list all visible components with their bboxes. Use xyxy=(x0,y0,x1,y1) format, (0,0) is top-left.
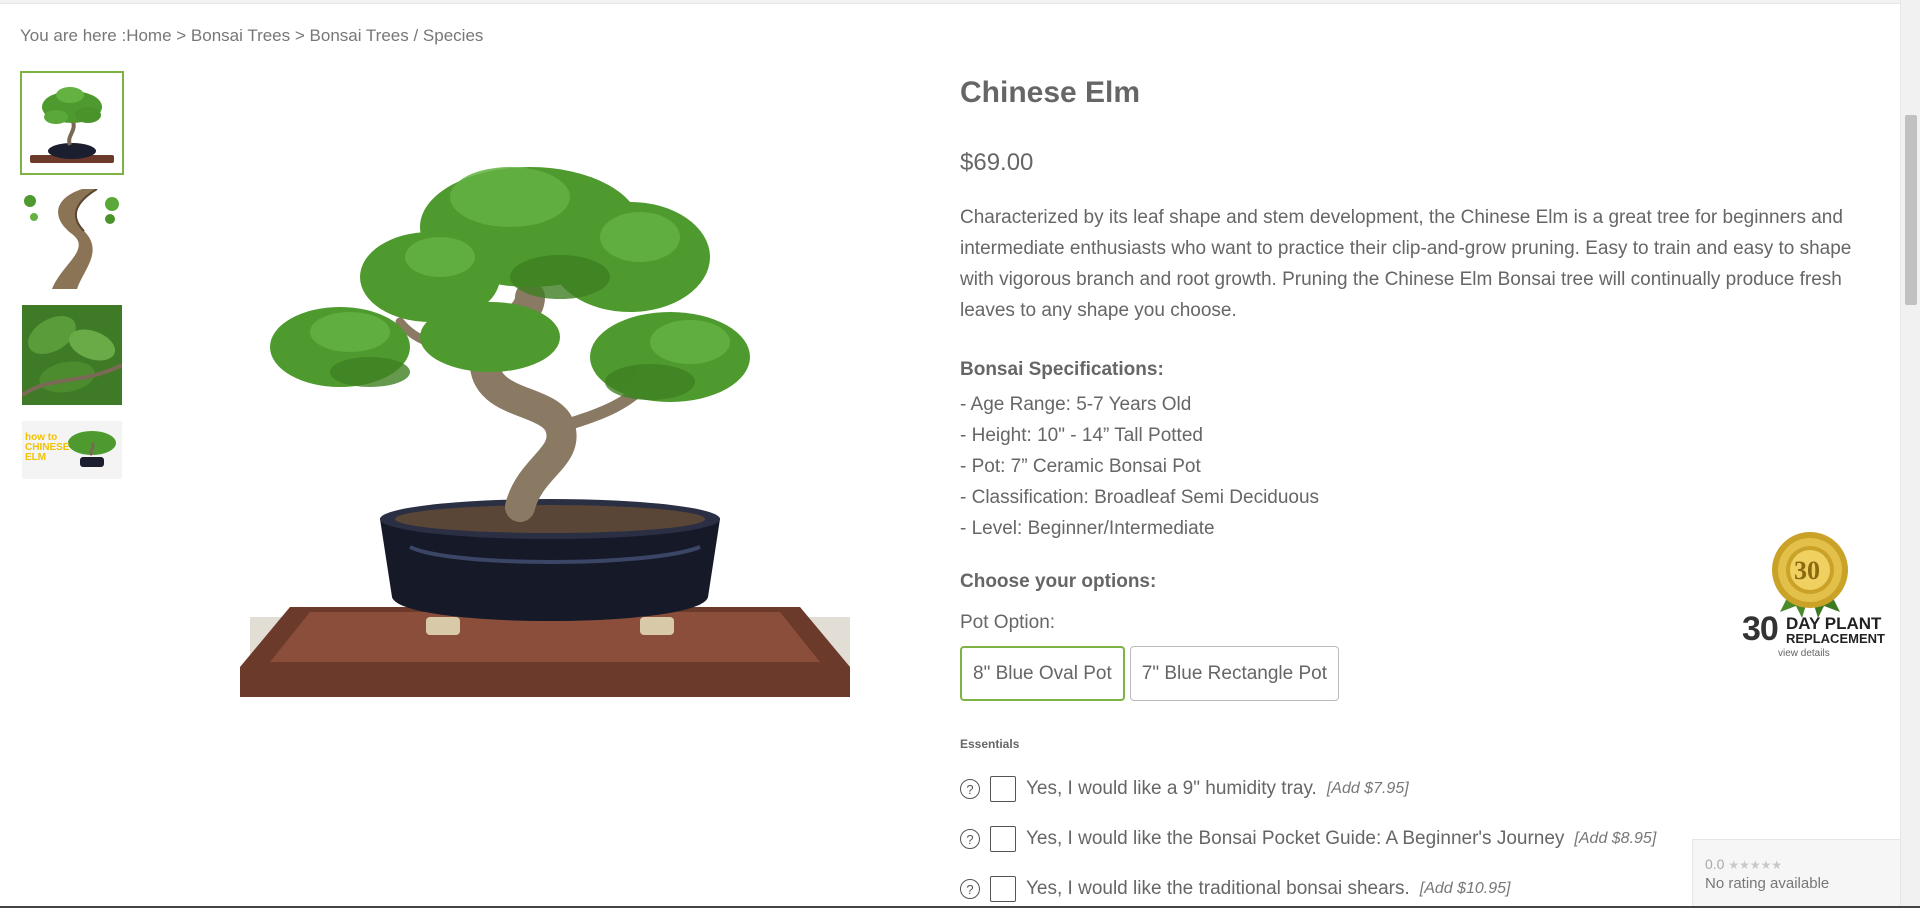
spec-pot: - Pot: 7” Ceramic Bonsai Pot xyxy=(960,456,1201,477)
badge-line-1: DAY PLANT xyxy=(1786,614,1882,633)
essential-price: [Add $10.95] xyxy=(1419,880,1511,897)
rating-text: No rating available xyxy=(1705,875,1830,892)
spec-level: - Level: Beginner/Intermediate xyxy=(960,518,1215,539)
thumbnail-twisted-trunk-closeup[interactable] xyxy=(20,187,124,291)
bonsai-tree-image xyxy=(230,107,855,697)
pocket-guide-checkbox[interactable] xyxy=(990,826,1016,852)
thumbnail-bonsai-in-oval-pot[interactable] xyxy=(20,71,124,175)
breadcrumb-separator: > xyxy=(171,26,191,45)
leaf-thumbnail-image xyxy=(22,305,122,405)
options-heading: Choose your options: xyxy=(960,571,1157,592)
essential-humidity-tray: ? Yes, I would like a 9" humidity tray. … xyxy=(960,776,1409,802)
essential-label: Yes, I would like the Bonsai Pocket Guid… xyxy=(1026,828,1565,849)
specifications-list: - Age Range: 5-7 Years Old - Height: 10"… xyxy=(960,389,1319,544)
bonsai-shears-checkbox[interactable] xyxy=(990,876,1016,902)
pot-option-group: 8" Blue Oval Pot 7" Blue Rectangle Pot xyxy=(960,646,1340,701)
rating-score: 0.0 xyxy=(1705,856,1725,872)
pot-option-blue-rectangle[interactable]: 7" Blue Rectangle Pot xyxy=(1129,646,1340,701)
humidity-tray-checkbox[interactable] xyxy=(990,776,1016,802)
page-scrollbar[interactable] xyxy=(1900,0,1920,908)
spec-classification: - Classification: Broadleaf Semi Deciduo… xyxy=(960,487,1320,508)
trunk-thumbnail-image xyxy=(22,189,122,289)
scrollbar-thumb[interactable] xyxy=(1905,115,1917,305)
breadcrumb-link-species[interactable]: Bonsai Trees / Species xyxy=(310,26,484,45)
essential-price: [Add $8.95] xyxy=(1574,830,1657,847)
essential-pocket-guide: ? Yes, I would like the Bonsai Pocket Gu… xyxy=(960,826,1656,852)
thumbnail-how-to-chinese-elm[interactable]: how to CHINESE ELM xyxy=(20,419,124,481)
essential-price: [Add $7.95] xyxy=(1326,780,1409,797)
help-icon[interactable]: ? xyxy=(960,829,980,849)
product-title: Chinese Elm xyxy=(960,76,1141,109)
main-product-image[interactable] xyxy=(230,107,855,697)
breadcrumb-prefix: You are here : xyxy=(20,26,127,45)
breadcrumb-link-home[interactable]: Home xyxy=(126,26,171,45)
badge-view-details-link[interactable]: view details xyxy=(1778,648,1830,659)
bonsai-thumbnail-image xyxy=(22,73,122,173)
breadcrumb-link-bonsai-trees[interactable]: Bonsai Trees xyxy=(191,26,290,45)
pot-option-label: Pot Option: xyxy=(960,612,1056,633)
breadcrumb: You are here :Home > Bonsai Trees > Bons… xyxy=(20,26,483,46)
thumbnail-gallery: how to CHINESE ELM xyxy=(20,71,124,493)
help-icon[interactable]: ? xyxy=(960,779,980,799)
help-icon[interactable]: ? xyxy=(960,879,980,899)
seal-number: 30 xyxy=(1794,556,1820,585)
pot-option-blue-oval[interactable]: 8" Blue Oval Pot xyxy=(960,646,1125,701)
rating-stars-icon: ★★★★★ xyxy=(1728,858,1783,872)
essential-label: Yes, I would like the traditional bonsai… xyxy=(1026,878,1410,899)
spec-height: - Height: 10" - 14” Tall Potted xyxy=(960,425,1203,446)
replacement-guarantee-badge[interactable]: 30 30 DAY PLANT REPLACEMENT view details xyxy=(1740,530,1885,660)
rating-score-row: 0.0 ★★★★★ xyxy=(1705,856,1908,872)
rating-widget[interactable]: 0.0 ★★★★★ No rating available xyxy=(1692,839,1920,908)
essential-label: Yes, I would like a 9" humidity tray. xyxy=(1026,778,1317,799)
product-description: Characterized by its leaf shape and stem… xyxy=(960,207,1852,321)
specifications-heading: Bonsai Specifications: xyxy=(960,359,1164,380)
essentials-heading: Essentials xyxy=(960,737,1020,751)
badge-number: 30 xyxy=(1742,610,1779,648)
top-bar xyxy=(0,0,1920,4)
guide-thumbnail-caption: how to CHINESE ELM xyxy=(25,432,70,463)
badge-line-2: REPLACEMENT xyxy=(1786,631,1885,646)
essential-bonsai-shears: ? Yes, I would like the traditional bons… xyxy=(960,876,1511,902)
thumbnail-leaf-closeup[interactable] xyxy=(20,303,124,407)
spec-age-range: - Age Range: 5-7 Years Old xyxy=(960,394,1192,415)
product-price: $69.00 xyxy=(960,149,1034,176)
breadcrumb-separator: > xyxy=(290,26,310,45)
